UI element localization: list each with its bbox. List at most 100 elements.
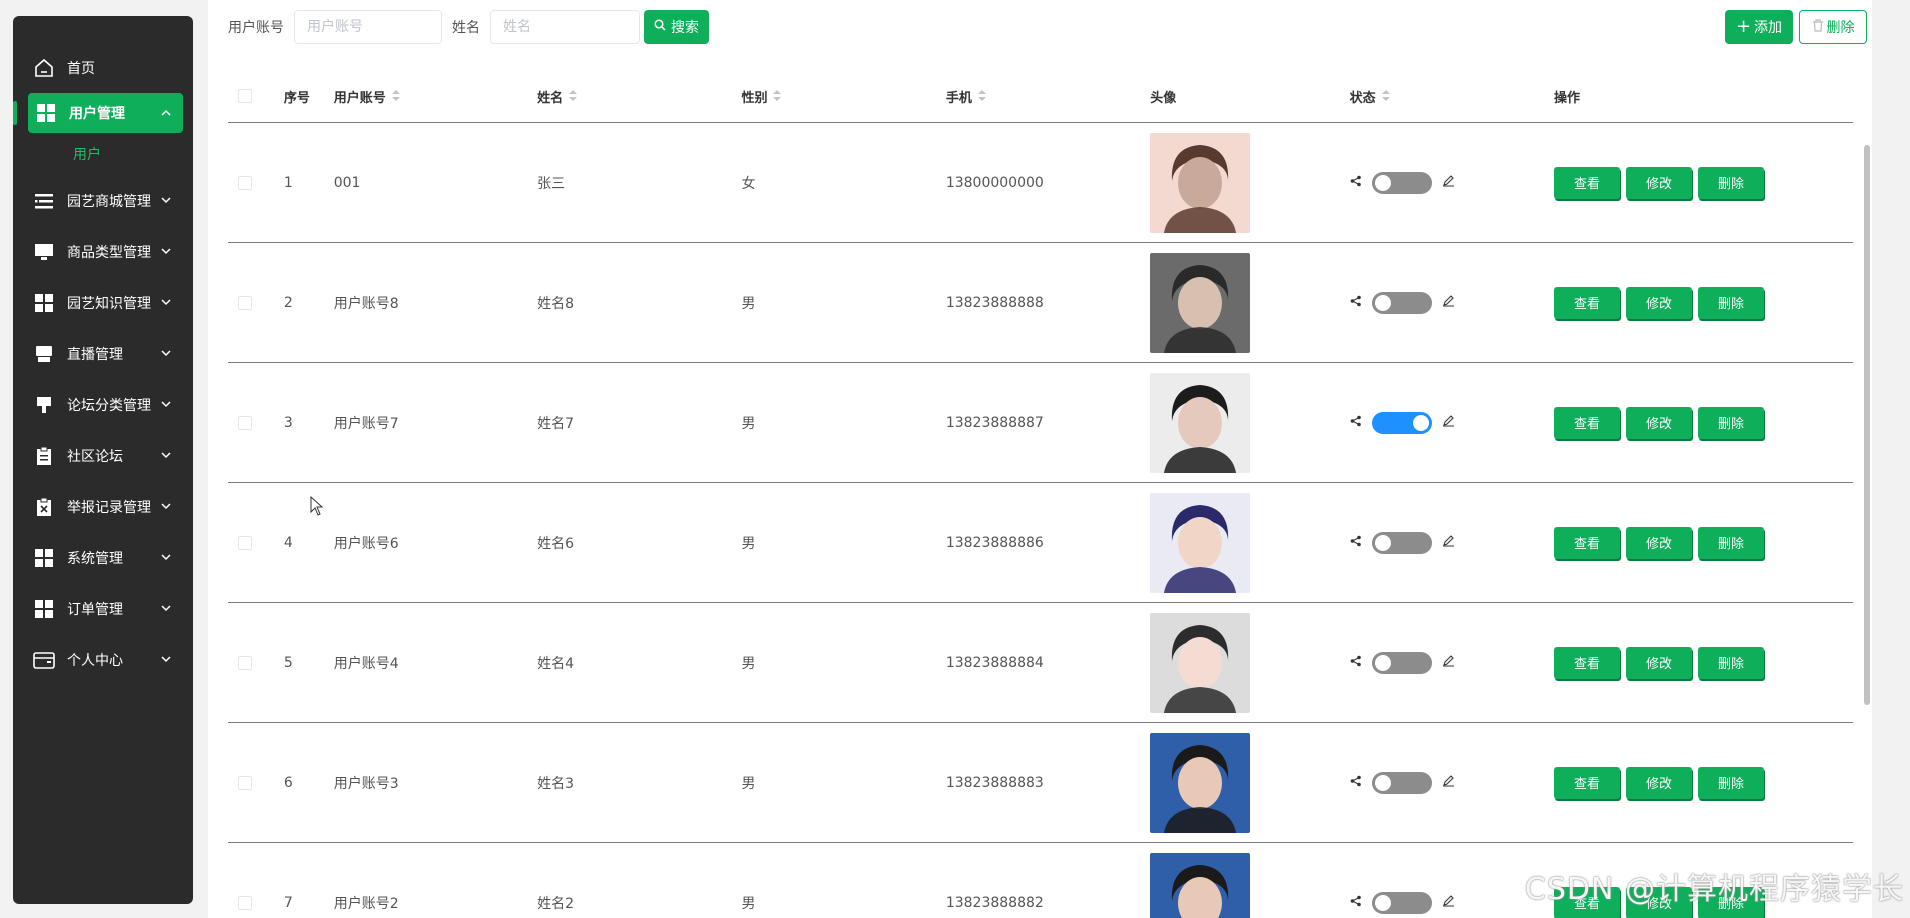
sidebar-item-forum-category[interactable]: 论坛分类管理: [13, 379, 193, 430]
chevron-up-icon: [159, 106, 173, 120]
header-phone[interactable]: 手机: [946, 87, 1150, 106]
sidebar-item-live[interactable]: 直播管理: [13, 328, 193, 379]
delete-button[interactable]: 删除: [1697, 526, 1764, 559]
scrollbar[interactable]: [1862, 145, 1872, 745]
sidebar-item-report-records[interactable]: 举报记录管理: [13, 481, 193, 532]
header-account[interactable]: 用户账号: [334, 87, 537, 106]
status-controls: [1350, 411, 1554, 434]
edit-button[interactable]: 修改: [1625, 526, 1692, 559]
account-search-input[interactable]: [294, 10, 442, 44]
row-checkbox-cell: [228, 895, 284, 910]
edit-pen-icon[interactable]: [1442, 774, 1455, 791]
edit-button[interactable]: 修改: [1625, 646, 1692, 679]
name-search-input[interactable]: [490, 10, 640, 44]
view-button[interactable]: 查看: [1553, 166, 1620, 199]
header-status[interactable]: 状态: [1350, 87, 1554, 106]
edit-pen-icon[interactable]: [1442, 174, 1455, 191]
share-icon[interactable]: [1350, 415, 1362, 431]
delete-button[interactable]: 删除: [1697, 406, 1764, 439]
header-label: 姓名: [537, 90, 564, 106]
status-toggle[interactable]: [1371, 171, 1432, 194]
bulk-delete-label: 删除: [1826, 20, 1855, 36]
row-checkbox[interactable]: [238, 655, 252, 670]
delete-button[interactable]: 删除: [1697, 286, 1764, 319]
edit-pen-icon[interactable]: [1442, 294, 1455, 311]
sidebar-item-label: 系统管理: [67, 550, 123, 567]
status-toggle[interactable]: [1371, 411, 1432, 434]
sidebar-item-label: 园艺知识管理: [67, 295, 151, 312]
delete-button[interactable]: 删除: [1697, 646, 1764, 679]
edit-button[interactable]: 修改: [1625, 286, 1692, 319]
status-toggle[interactable]: [1371, 651, 1432, 674]
sort-icon[interactable]: [569, 90, 578, 102]
share-icon[interactable]: [1350, 175, 1362, 191]
avatar[interactable]: [1150, 372, 1251, 473]
share-icon[interactable]: [1350, 535, 1362, 551]
view-button[interactable]: 查看: [1553, 646, 1620, 679]
status-controls: [1350, 651, 1554, 674]
view-button[interactable]: 查看: [1553, 766, 1620, 799]
view-button[interactable]: 查看: [1553, 526, 1620, 559]
sidebar-item-garden-knowledge[interactable]: 园艺知识管理: [13, 277, 193, 328]
cell-index: 7: [283, 894, 293, 911]
add-button[interactable]: + 添加: [1725, 10, 1793, 44]
avatar[interactable]: [1150, 492, 1251, 593]
sidebar-subitem-user[interactable]: 用户: [13, 133, 193, 175]
share-icon[interactable]: [1350, 295, 1362, 311]
header-name[interactable]: 姓名: [537, 87, 741, 106]
cell-sex: 男: [741, 775, 756, 792]
share-icon[interactable]: [1350, 655, 1362, 671]
avatar[interactable]: [1150, 852, 1251, 918]
edit-pen-icon[interactable]: [1442, 534, 1455, 551]
header-label: 序号: [283, 90, 310, 106]
sidebar-item-system[interactable]: 系统管理: [13, 532, 193, 583]
mouse-cursor-icon: [310, 495, 324, 520]
sidebar-item-product-type[interactable]: 商品类型管理: [13, 226, 193, 277]
search-button[interactable]: 搜索: [644, 10, 709, 44]
sidebar-item-home[interactable]: 首页: [13, 42, 193, 93]
delete-button[interactable]: 删除: [1697, 166, 1764, 199]
row-checkbox[interactable]: [238, 775, 252, 790]
sidebar-item-user-management[interactable]: 用户管理: [13, 93, 183, 133]
row-checkbox[interactable]: [238, 295, 252, 310]
delete-button[interactable]: 删除: [1697, 766, 1764, 799]
sidebar-item-orders[interactable]: 订单管理: [13, 583, 193, 634]
edit-button[interactable]: 修改: [1625, 406, 1692, 439]
status-toggle[interactable]: [1371, 891, 1432, 914]
row-checkbox[interactable]: [238, 415, 252, 430]
sidebar-item-garden-mall[interactable]: 园艺商城管理: [13, 175, 193, 226]
avatar[interactable]: [1150, 612, 1251, 713]
avatar[interactable]: [1150, 252, 1251, 353]
avatar[interactable]: [1150, 732, 1251, 833]
sidebar-item-personal-center[interactable]: 个人中心: [13, 634, 193, 685]
bulk-delete-button[interactable]: 删除: [1799, 10, 1867, 44]
share-icon[interactable]: [1350, 775, 1362, 791]
edit-pen-icon[interactable]: [1442, 654, 1455, 671]
row-actions: 查看 修改 删除: [1553, 406, 1853, 439]
edit-pen-icon[interactable]: [1442, 894, 1455, 911]
edit-button[interactable]: 修改: [1625, 766, 1692, 799]
avatar[interactable]: [1150, 132, 1251, 233]
header-sex[interactable]: 性别: [741, 87, 945, 106]
status-toggle[interactable]: [1371, 771, 1432, 794]
scrollbar-thumb[interactable]: [1864, 145, 1870, 705]
share-icon[interactable]: [1350, 895, 1362, 911]
view-button[interactable]: 查看: [1553, 286, 1620, 319]
cell-avatar: [1150, 492, 1349, 593]
sidebar-item-community-forum[interactable]: 社区论坛: [13, 430, 193, 481]
select-all-checkbox[interactable]: [238, 89, 252, 103]
status-toggle[interactable]: [1371, 291, 1432, 314]
row-checkbox[interactable]: [238, 895, 252, 910]
sort-icon[interactable]: [773, 90, 782, 102]
edit-pen-icon[interactable]: [1442, 414, 1455, 431]
sidebar-item-label: 用户管理: [69, 106, 125, 122]
sort-icon[interactable]: [391, 90, 400, 102]
sort-icon[interactable]: [1381, 90, 1390, 102]
table-row: 2 用户账号8 姓名8 男 13823888888 查看 修改 删除: [228, 243, 1853, 363]
row-checkbox[interactable]: [238, 175, 252, 190]
edit-button[interactable]: 修改: [1625, 166, 1692, 199]
status-toggle[interactable]: [1371, 531, 1432, 554]
row-checkbox[interactable]: [238, 535, 252, 550]
view-button[interactable]: 查看: [1553, 406, 1620, 439]
sort-icon[interactable]: [977, 90, 986, 102]
